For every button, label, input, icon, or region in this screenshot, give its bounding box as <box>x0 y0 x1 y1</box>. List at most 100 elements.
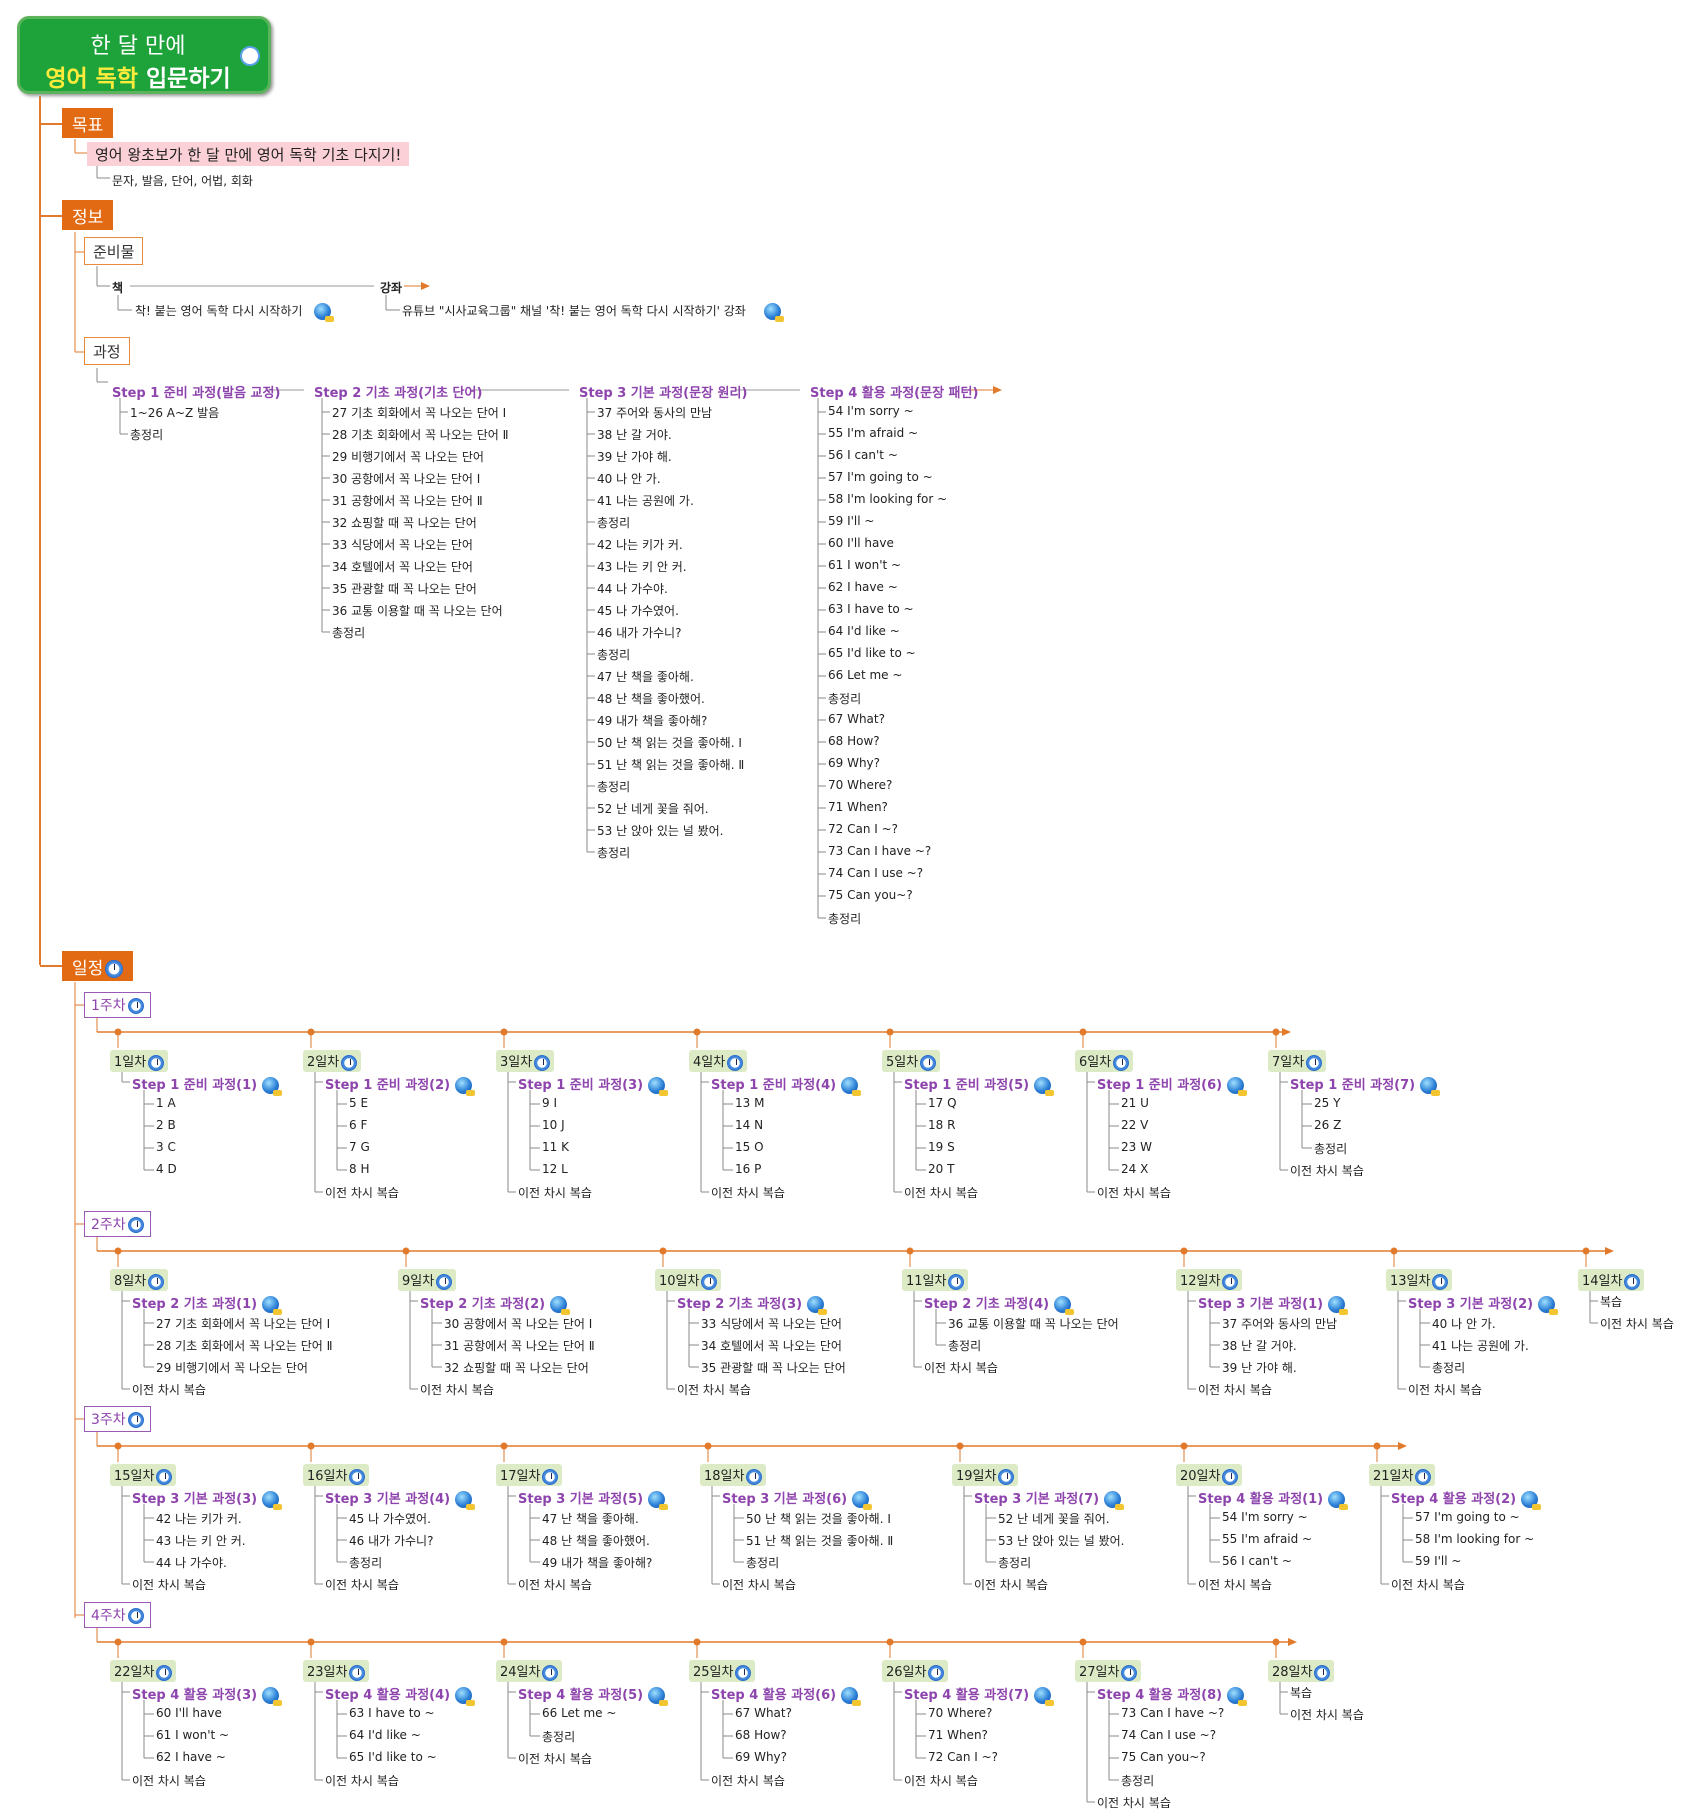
lecture-text[interactable]: 유튜브 "시사교육그룹" 채널 '착! 붙는 영어 독학 다시 시작하기' 강좌 <box>402 302 784 322</box>
day-topic[interactable]: 14일차 <box>1578 1269 1645 1291</box>
day-topic[interactable]: 20일차 <box>1176 1464 1243 1486</box>
globe-link-icon[interactable] <box>1227 1077 1248 1096</box>
week-topic[interactable]: 3주차 <box>84 1406 151 1432</box>
globe-link-icon[interactable] <box>1538 1296 1559 1315</box>
day-step[interactable]: Step 1 준비 과정(1) <box>132 1074 283 1096</box>
globe-link-icon[interactable] <box>1328 1296 1349 1315</box>
day-topic[interactable]: 3일차 <box>496 1050 555 1072</box>
globe-link-icon[interactable] <box>1104 1491 1125 1510</box>
globe-link-icon[interactable] <box>807 1296 828 1315</box>
goal-topic[interactable]: 목표 <box>62 108 114 138</box>
day-topic[interactable]: 5일차 <box>882 1050 941 1072</box>
day-step[interactable]: Step 4 활용 과정(1) <box>1198 1488 1349 1510</box>
day-step[interactable]: Step 4 활용 과정(4) <box>325 1684 476 1706</box>
book-title[interactable]: 착! 붙는 영어 독학 다시 시작하기 <box>135 302 335 322</box>
day-topic[interactable]: 19일차 <box>952 1464 1019 1486</box>
day-topic[interactable]: 16일차 <box>303 1464 370 1486</box>
day-topic[interactable]: 1일차 <box>110 1050 169 1072</box>
globe-link-icon[interactable] <box>648 1077 669 1096</box>
info-topic[interactable]: 정보 <box>62 200 114 230</box>
globe-link-icon[interactable] <box>1328 1491 1349 1510</box>
day-step[interactable]: Step 1 준비 과정(2) <box>325 1074 476 1096</box>
day-topic[interactable]: 11일차 <box>902 1269 969 1291</box>
day-topic[interactable]: 22일차 <box>110 1660 177 1682</box>
day-topic[interactable]: 6일차 <box>1075 1050 1134 1072</box>
day-topic[interactable]: 9일차 <box>398 1269 457 1291</box>
day-topic[interactable]: 28일차 <box>1268 1660 1335 1682</box>
globe-link-icon[interactable] <box>262 1296 283 1315</box>
globe-link-icon[interactable] <box>455 1491 476 1510</box>
day-step[interactable]: Step 2 기초 과정(1) <box>132 1293 283 1315</box>
globe-link-icon[interactable] <box>648 1687 669 1706</box>
course-step-title[interactable]: Step 4 활용 과정(문장 패턴) <box>810 382 978 401</box>
goal-text[interactable]: 영어 왕초보가 한 달 만에 영어 독학 기초 다지기! <box>87 142 410 166</box>
globe-link-icon[interactable] <box>1034 1687 1055 1706</box>
schedule-topic[interactable]: 일정 <box>62 951 134 981</box>
day-topic[interactable]: 13일차 <box>1386 1269 1453 1291</box>
clock-icon <box>920 1054 937 1071</box>
week-topic[interactable]: 2주차 <box>84 1211 151 1237</box>
root-topic[interactable]: 한 달 만에 영어 독학 입문하기 <box>17 16 271 94</box>
week-topic[interactable]: 1주차 <box>84 992 151 1018</box>
globe-link-icon[interactable] <box>262 1687 283 1706</box>
day-step[interactable]: Step 1 준비 과정(6) <box>1097 1074 1248 1096</box>
day-topic[interactable]: 21일차 <box>1369 1464 1436 1486</box>
globe-link-icon[interactable] <box>550 1296 571 1315</box>
day-step[interactable]: Step 3 기본 과정(3) <box>132 1488 283 1510</box>
day-step[interactable]: Step 3 기본 과정(6) <box>722 1488 873 1510</box>
day-step[interactable]: Step 3 기본 과정(7) <box>974 1488 1125 1510</box>
day-step[interactable]: Step 3 기본 과정(2) <box>1408 1293 1559 1315</box>
day-topic[interactable]: 18일차 <box>700 1464 767 1486</box>
day-step[interactable]: Step 3 기본 과정(5) <box>518 1488 669 1510</box>
course-topic[interactable]: 과정 <box>84 337 130 365</box>
day-topic[interactable]: 8일차 <box>110 1269 169 1291</box>
course-step-title[interactable]: Step 1 준비 과정(발음 교정) <box>112 382 280 401</box>
globe-link-icon[interactable] <box>763 303 784 322</box>
day-step[interactable]: Step 4 활용 과정(3) <box>132 1684 283 1706</box>
day-step[interactable]: Step 2 기초 과정(3) <box>677 1293 828 1315</box>
day-step[interactable]: Step 4 활용 과정(6) <box>711 1684 862 1706</box>
day-topic[interactable]: 25일차 <box>689 1660 756 1682</box>
globe-link-icon[interactable] <box>262 1077 283 1096</box>
globe-link-icon[interactable] <box>1420 1077 1441 1096</box>
day-step[interactable]: Step 3 기본 과정(4) <box>325 1488 476 1510</box>
globe-link-icon[interactable] <box>1034 1077 1055 1096</box>
day-step[interactable]: Step 1 준비 과정(5) <box>904 1074 1055 1096</box>
day-step[interactable]: Step 4 활용 과정(2) <box>1391 1488 1542 1510</box>
day-topic[interactable]: 17일차 <box>496 1464 563 1486</box>
materials-topic[interactable]: 준비물 <box>84 237 144 265</box>
day-topic[interactable]: 12일차 <box>1176 1269 1243 1291</box>
globe-link-icon[interactable] <box>1227 1687 1248 1706</box>
day-topic[interactable]: 23일차 <box>303 1660 370 1682</box>
day-topic[interactable]: 26일차 <box>882 1660 949 1682</box>
day-step[interactable]: Step 4 활용 과정(8) <box>1097 1684 1248 1706</box>
globe-link-icon[interactable] <box>262 1491 283 1510</box>
day-topic[interactable]: 10일차 <box>655 1269 722 1291</box>
day-step[interactable]: Step 4 활용 과정(5) <box>518 1684 669 1706</box>
globe-link-icon[interactable] <box>852 1491 873 1510</box>
course-step-title[interactable]: Step 2 기초 과정(기초 단어) <box>314 382 482 401</box>
day-step[interactable]: Step 4 활용 과정(7) <box>904 1684 1055 1706</box>
day-step[interactable]: Step 1 준비 과정(4) <box>711 1074 862 1096</box>
day-step[interactable]: Step 1 준비 과정(7) <box>1290 1074 1441 1096</box>
day-step[interactable]: Step 2 기초 과정(4) <box>924 1293 1075 1315</box>
globe-link-icon[interactable] <box>841 1687 862 1706</box>
day-step[interactable]: Step 1 준비 과정(3) <box>518 1074 669 1096</box>
course-step-title[interactable]: Step 3 기본 과정(문장 원리) <box>579 382 747 401</box>
globe-link-icon[interactable] <box>1054 1296 1075 1315</box>
globe-link-icon[interactable] <box>455 1077 476 1096</box>
day-topic[interactable]: 24일차 <box>496 1660 563 1682</box>
day-topic[interactable]: 27일차 <box>1075 1660 1142 1682</box>
globe-link-icon[interactable] <box>314 303 335 322</box>
globe-link-icon[interactable] <box>1521 1491 1542 1510</box>
day-step[interactable]: Step 3 기본 과정(1) <box>1198 1293 1349 1315</box>
day-topic[interactable]: 15일차 <box>110 1464 177 1486</box>
globe-link-icon[interactable] <box>648 1491 669 1510</box>
globe-link-icon[interactable] <box>841 1077 862 1096</box>
day-topic[interactable]: 2일차 <box>303 1050 362 1072</box>
week-topic[interactable]: 4주차 <box>84 1602 151 1628</box>
globe-link-icon[interactable] <box>455 1687 476 1706</box>
day-step[interactable]: Step 2 기초 과정(2) <box>420 1293 571 1315</box>
day-topic[interactable]: 7일차 <box>1268 1050 1327 1072</box>
day-topic[interactable]: 4일차 <box>689 1050 748 1072</box>
